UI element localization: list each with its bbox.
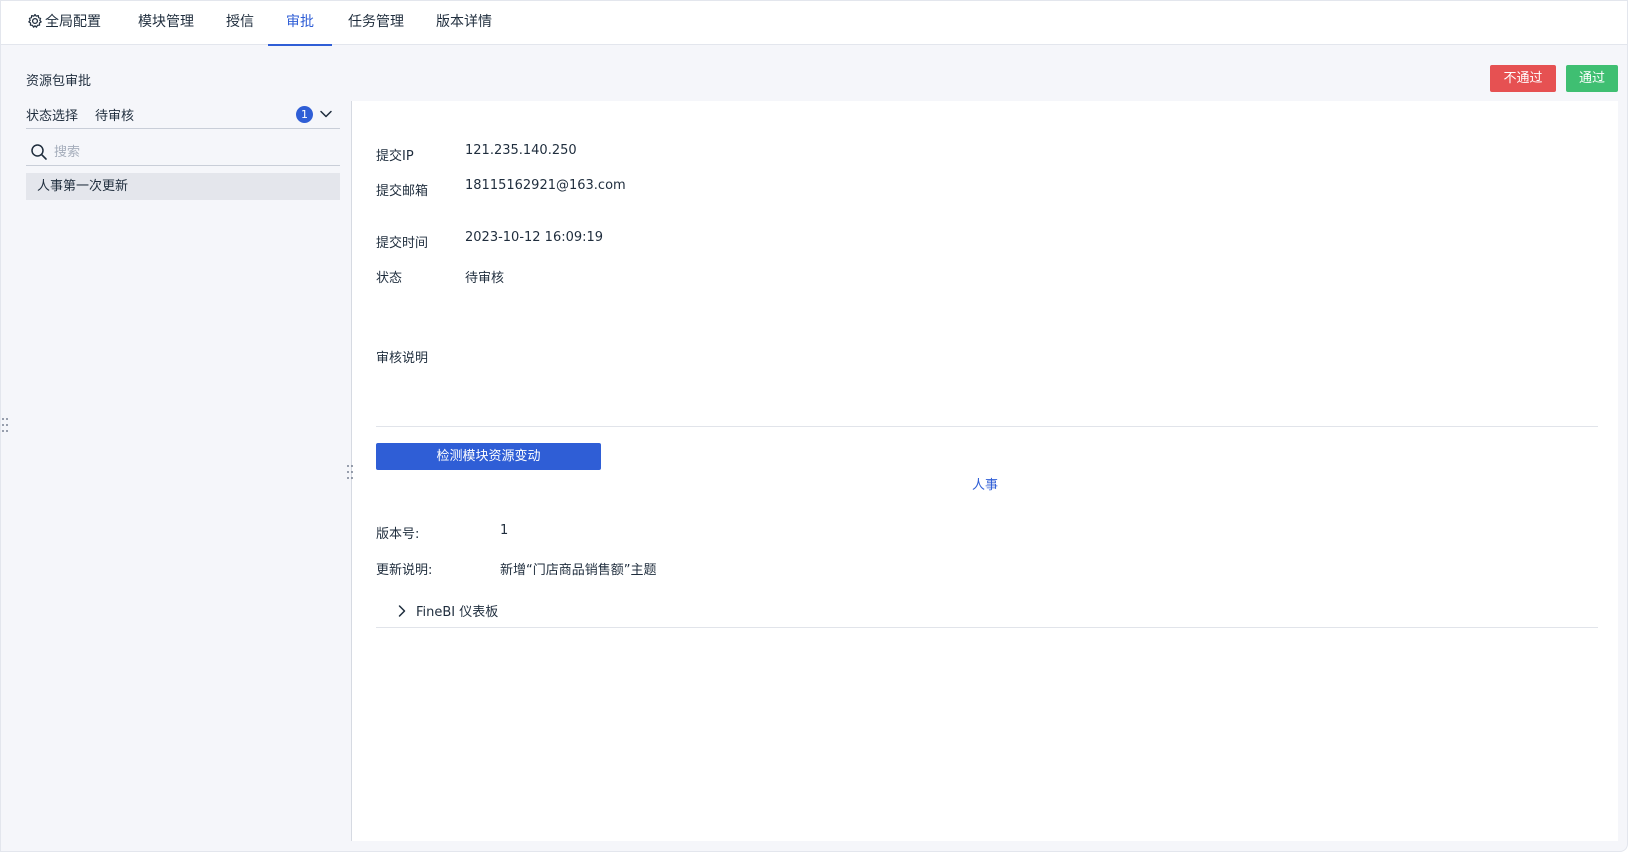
gear-icon <box>28 13 42 28</box>
tab-global-config[interactable]: 全局配置 <box>23 1 105 45</box>
tab-label: 版本详情 <box>436 14 492 30</box>
tab-label: 模块管理 <box>138 14 194 30</box>
review-note-label: 审核说明 <box>376 351 429 366</box>
submit-email-label: 提交邮箱 <box>376 184 429 199</box>
status-select-value: 待审核 <box>95 109 135 124</box>
submit-ip-value: 121.235.140.250 <box>465 143 577 158</box>
update-note-label: 更新说明: <box>376 563 433 578</box>
version-value: 1 <box>500 523 509 538</box>
status-count-badge: 1 <box>296 106 313 123</box>
drag-handle-icon[interactable] <box>1 416 9 434</box>
reject-button[interactable]: 不通过 <box>1490 65 1556 92</box>
resource-group-label: FineBI 仪表板 <box>416 605 499 620</box>
chevron-right-icon <box>398 605 406 617</box>
status-select[interactable]: 状态选择 待审核 1 <box>26 101 340 129</box>
tab-label: 审批 <box>286 14 314 30</box>
tab-version-details[interactable]: 版本详情 <box>432 1 496 45</box>
resource-list-panel: 状态选择 待审核 1 人事第一次更新 <box>26 101 340 836</box>
update-note-value: 新增“门店商品销售额”主题 <box>500 563 657 578</box>
divider <box>376 627 1598 628</box>
state-value: 待审核 <box>465 271 505 286</box>
search-icon <box>31 144 47 160</box>
chevron-down-icon[interactable] <box>319 107 333 121</box>
pass-button[interactable]: 通过 <box>1566 65 1618 92</box>
tab-approval[interactable]: 审批 <box>268 1 332 46</box>
module-tab-hr[interactable]: 人事 <box>972 474 998 493</box>
divider <box>376 426 1598 427</box>
drag-handle-icon[interactable] <box>346 463 354 481</box>
page-title: 资源包审批 <box>26 74 92 89</box>
status-select-label: 状态选择 <box>26 109 79 124</box>
detect-module-changes-button[interactable]: 检测模块资源变动 <box>376 443 601 470</box>
tab-label: 授信 <box>226 14 254 30</box>
tab-task-management[interactable]: 任务管理 <box>344 1 408 45</box>
state-label: 状态 <box>376 271 403 286</box>
version-label: 版本号: <box>376 527 420 542</box>
tab-label: 全局配置 <box>45 14 101 30</box>
submit-email-value: 18115162921@163.com <box>465 178 626 193</box>
submit-ip-label: 提交IP <box>376 149 414 164</box>
search-box <box>26 138 340 166</box>
tab-module-management[interactable]: 模块管理 <box>134 1 198 45</box>
submit-time-label: 提交时间 <box>376 236 429 251</box>
tab-label: 任务管理 <box>348 14 404 30</box>
list-item[interactable]: 人事第一次更新 <box>26 173 340 200</box>
approval-detail-panel: 提交IP 121.235.140.250 提交邮箱 18115162921@16… <box>347 101 1618 841</box>
top-navigation: 全局配置 模块管理 授信 审批 任务管理 版本详情 <box>1 1 1627 46</box>
submit-time-value: 2023-10-12 16:09:19 <box>465 230 604 245</box>
search-input[interactable] <box>54 141 324 163</box>
app-frame: 全局配置 模块管理 授信 审批 任务管理 版本详情 资源包审批 不通过 通过 状… <box>0 0 1628 852</box>
tab-credit[interactable]: 授信 <box>222 1 258 45</box>
